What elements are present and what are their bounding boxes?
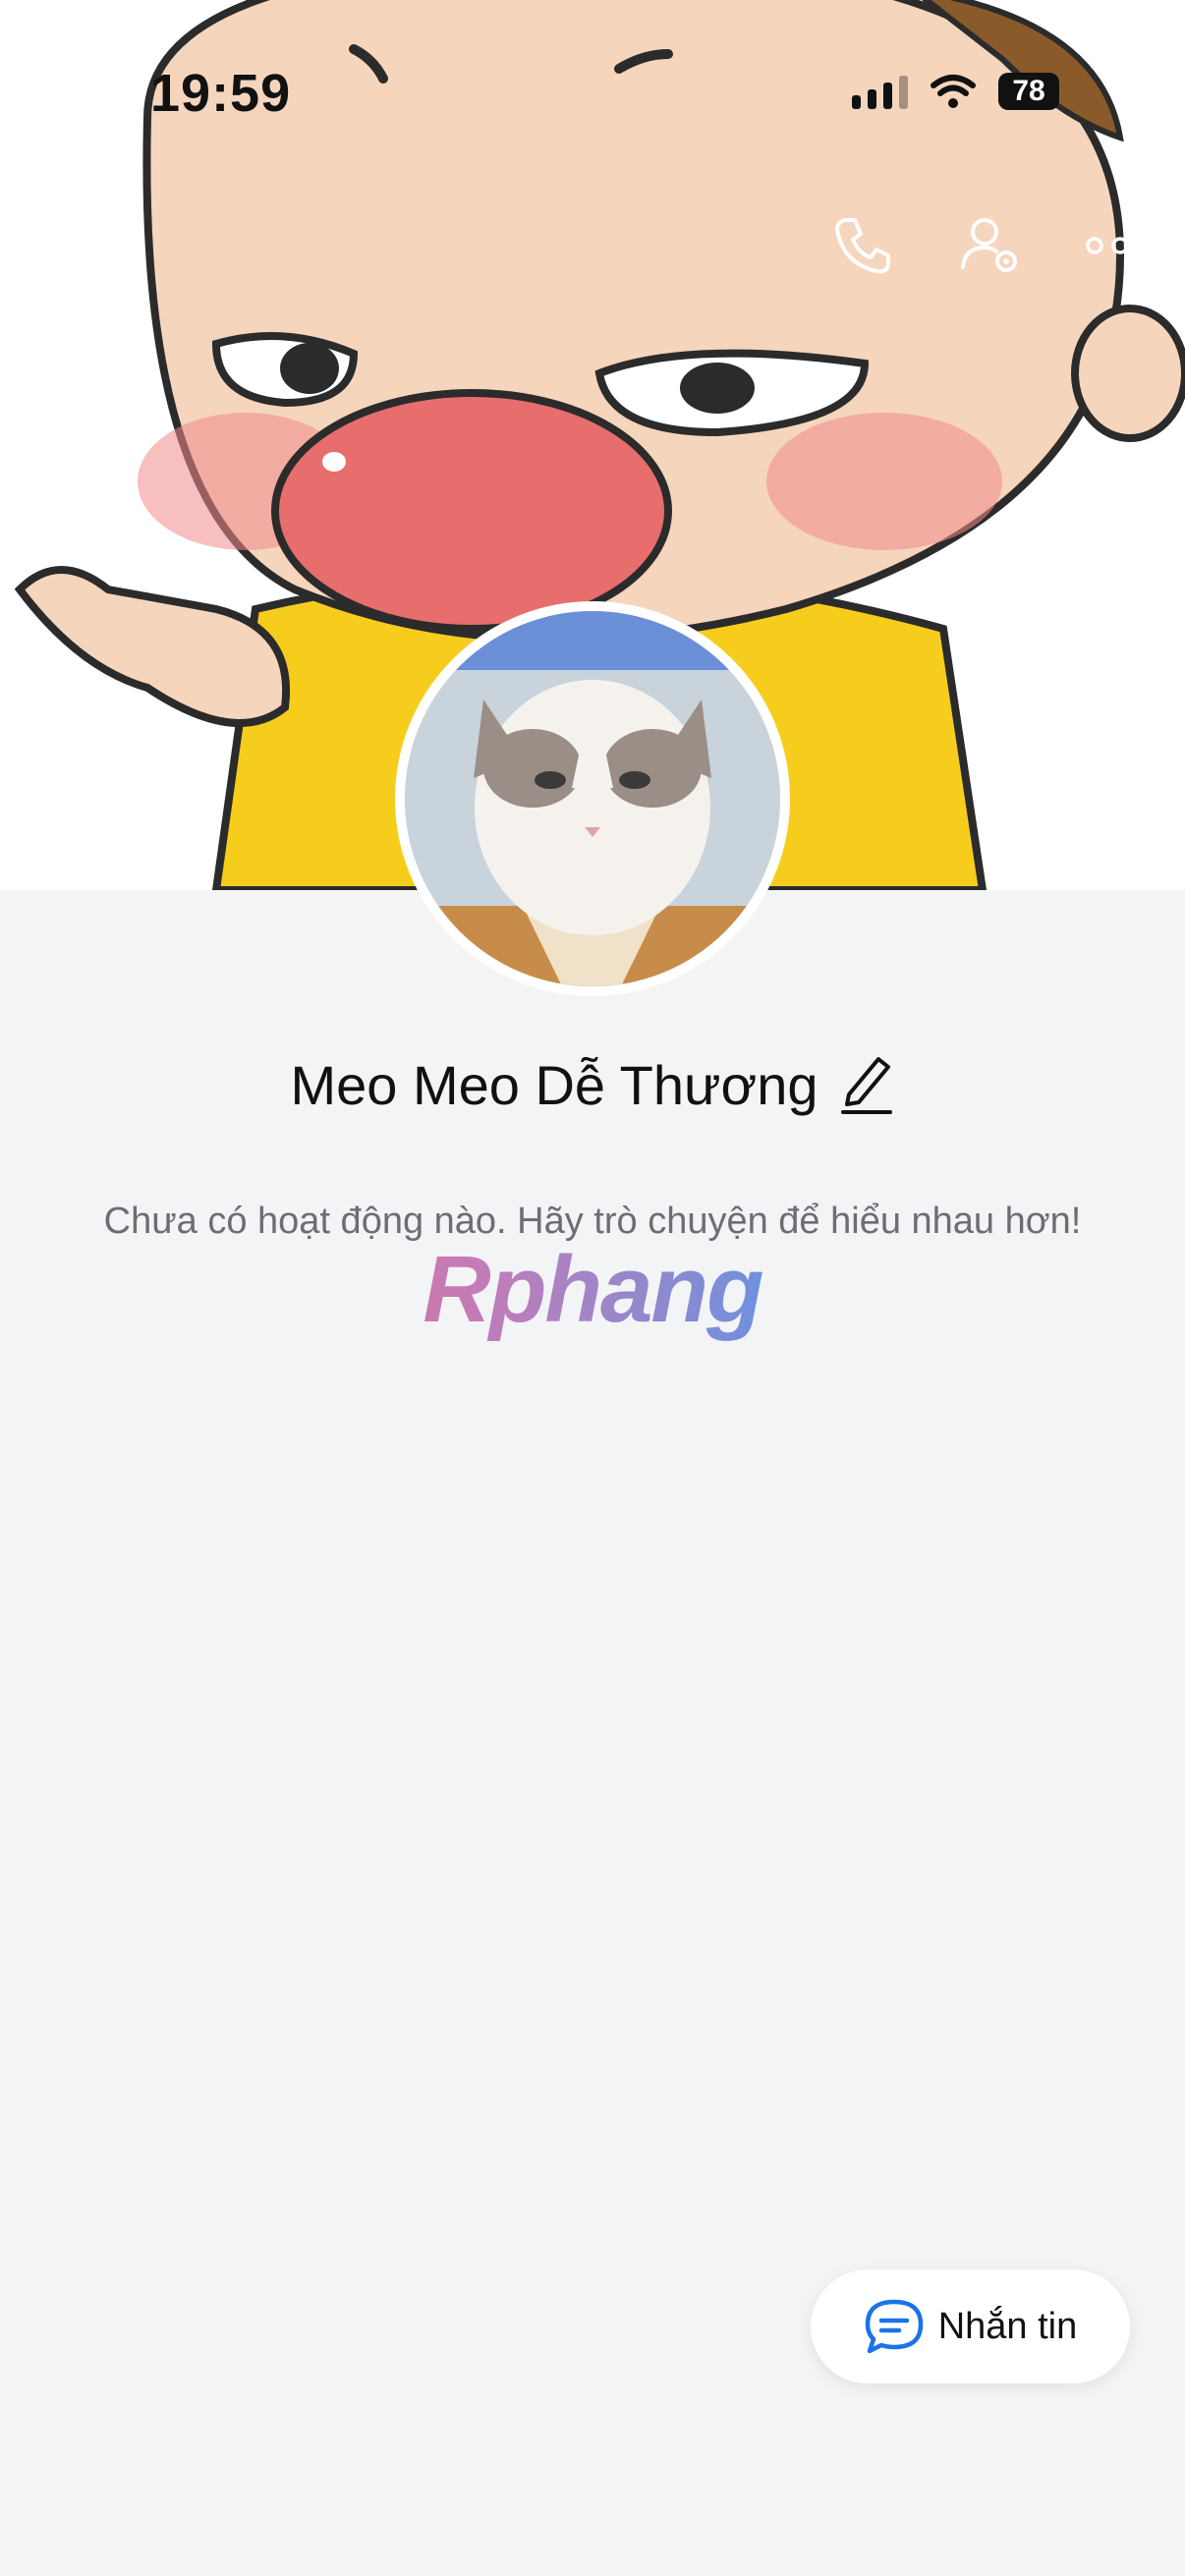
chevron-left-icon xyxy=(46,219,76,272)
cat-avatar-image xyxy=(405,611,780,986)
cellular-signal-icon xyxy=(852,74,908,109)
call-button[interactable] xyxy=(823,206,902,285)
pencil-icon xyxy=(841,1057,893,1114)
edit-name-button[interactable] xyxy=(839,1051,894,1119)
phone-icon xyxy=(835,218,890,274)
more-horizontal-icon xyxy=(1086,237,1155,254)
watermark-logo: Rphang xyxy=(0,1236,1185,1344)
profile-name: Meo Meo Dễ Thương xyxy=(290,1054,818,1116)
more-button[interactable] xyxy=(1081,206,1159,285)
profile-name-row: Meo Meo Dễ Thương xyxy=(0,1051,1185,1119)
status-icons: 78 xyxy=(852,73,1059,110)
status-time: 19:59 xyxy=(150,64,292,123)
user-settings-icon xyxy=(961,218,1017,272)
chat-bubble-icon xyxy=(865,2299,923,2354)
send-message-label: Nhắn tin xyxy=(937,2305,1078,2347)
send-message-button[interactable]: Nhắn tin xyxy=(811,2269,1130,2383)
wifi-icon xyxy=(931,75,976,108)
profile-settings-button[interactable] xyxy=(951,206,1030,285)
back-button[interactable] xyxy=(22,206,100,285)
battery-indicator: 78 xyxy=(998,73,1059,110)
profile-avatar[interactable] xyxy=(395,601,790,996)
